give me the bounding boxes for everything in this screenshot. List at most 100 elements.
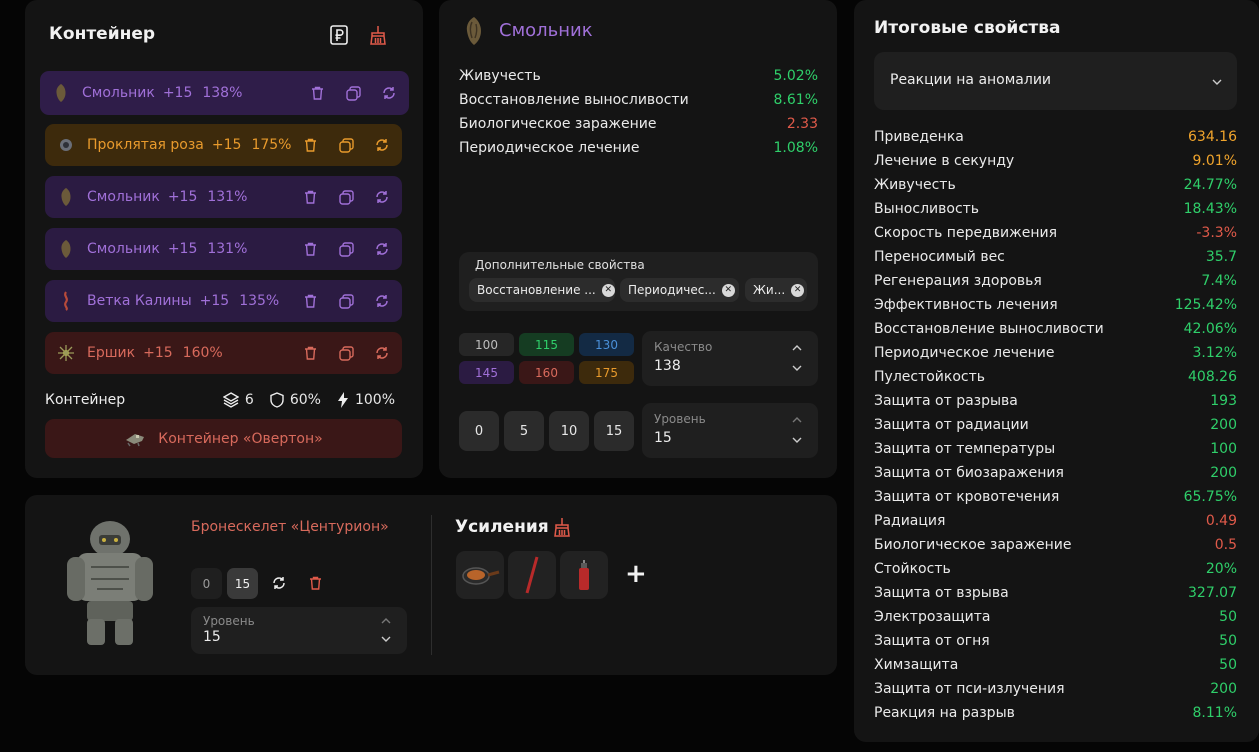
property-value: 1.08%: [773, 140, 818, 156]
trash-icon[interactable]: [302, 137, 318, 153]
total-value: 24.77%: [1183, 177, 1237, 193]
total-row: Переносимый вес 35.7: [874, 245, 1237, 269]
artifact-row[interactable]: Проклятая роза +15 175%: [45, 124, 402, 166]
armor-name: Бронескелет «Центурион»: [191, 519, 389, 535]
level-preset-button[interactable]: 10: [549, 411, 589, 451]
broom-icon[interactable]: [553, 517, 573, 537]
level-preset-button[interactable]: 15: [594, 411, 634, 451]
refresh-icon[interactable]: [374, 293, 390, 309]
artifact-quality: 138%: [202, 85, 243, 101]
total-value: 0.49: [1205, 513, 1237, 529]
trash-icon[interactable]: [302, 189, 318, 205]
quality-label: Качество: [654, 340, 713, 354]
quality-preset-button[interactable]: 115: [519, 333, 574, 356]
quality-preset-button[interactable]: 130: [579, 333, 634, 356]
total-value: 408.26: [1188, 369, 1237, 385]
chevron-up-icon[interactable]: [381, 616, 391, 626]
trash-icon[interactable]: [309, 85, 325, 101]
refresh-icon[interactable]: [374, 241, 390, 257]
total-row: Регенерация здоровья 7.4%: [874, 269, 1237, 293]
close-icon[interactable]: ✕: [721, 283, 735, 297]
container-stats: 6 60% 100%: [222, 392, 395, 408]
trash-icon[interactable]: [302, 241, 318, 257]
container-select-button[interactable]: Контейнер «Овертон»: [45, 419, 402, 458]
refresh-icon[interactable]: [271, 575, 287, 591]
level-preset-button[interactable]: 5: [504, 411, 544, 451]
copy-icon[interactable]: [338, 189, 354, 205]
quality-stepper[interactable]: Качество 138: [642, 331, 818, 386]
refresh-icon[interactable]: [381, 85, 397, 101]
category-select[interactable]: Реакции на аномалии: [874, 52, 1237, 110]
total-name: Защита от разрыва: [874, 393, 1018, 409]
category-select-value: Реакции на аномалии: [890, 72, 1052, 88]
total-name: Стойкость: [874, 561, 951, 577]
copy-icon[interactable]: [338, 345, 354, 361]
totals-title: Итоговые свойства: [874, 18, 1061, 38]
total-name: Выносливость: [874, 201, 980, 217]
total-name: Лечение в секунду: [874, 153, 1015, 169]
refresh-icon[interactable]: [374, 189, 390, 205]
extra-chip[interactable]: Жи... ✕: [745, 278, 807, 302]
total-row: Защита от биозаражения 200: [874, 461, 1237, 485]
total-name: Защита от температуры: [874, 441, 1056, 457]
chevron-up-icon[interactable]: [792, 343, 802, 353]
copy-icon[interactable]: [338, 137, 354, 153]
artifact-level: +15: [167, 189, 198, 205]
artifact-row[interactable]: Смольник +15 131%: [45, 228, 402, 270]
trash-icon[interactable]: [302, 293, 318, 309]
close-icon[interactable]: ✕: [791, 283, 805, 297]
artifact-row[interactable]: Ершик +15 160%: [45, 332, 402, 374]
total-value: 200: [1210, 417, 1237, 433]
quality-preset-button[interactable]: 160: [519, 361, 574, 384]
refresh-icon[interactable]: [374, 345, 390, 361]
trash-icon[interactable]: [307, 575, 323, 591]
copy-icon[interactable]: [338, 293, 354, 309]
artifact-resin-icon: [466, 17, 481, 45]
artifact-row[interactable]: Ветка Калины +15 135%: [45, 280, 402, 322]
quality-preset-button[interactable]: 145: [459, 361, 514, 384]
armor-level-stepper[interactable]: Уровень 15: [191, 607, 407, 654]
extra-chip[interactable]: Восстановление ... ✕: [469, 278, 615, 302]
total-row: Восстановление выносливости 42.06%: [874, 317, 1237, 341]
artifact-detail-panel: Смольник Живучесть 5.02% Восстановление вы…: [439, 0, 837, 478]
total-row: Защита от радиации 200: [874, 413, 1237, 437]
property-name: Биологическое заражение: [459, 116, 657, 132]
artifact-row[interactable]: Смольник +15 131%: [45, 176, 402, 218]
total-name: Живучесть: [874, 177, 956, 193]
artifact-row[interactable]: Смольник +15 138%: [40, 71, 409, 115]
total-name: Биологическое заражение: [874, 537, 1072, 553]
chevron-down-icon[interactable]: [792, 435, 802, 445]
upgrade-slot[interactable]: [508, 551, 556, 599]
level-stepper[interactable]: Уровень 15: [642, 403, 818, 458]
artifact-level: +15: [162, 85, 193, 101]
quality-preset-button[interactable]: 175: [579, 361, 634, 384]
rod-icon: [525, 556, 539, 594]
total-value: -3.3%: [1196, 225, 1237, 241]
chevron-down-icon[interactable]: [792, 363, 802, 373]
close-icon[interactable]: ✕: [601, 283, 615, 297]
container-button-label: Контейнер «Овертон»: [158, 430, 323, 447]
total-name: Электрозащита: [874, 609, 991, 625]
trash-icon[interactable]: [302, 345, 318, 361]
armor-level-button[interactable]: 15: [227, 568, 258, 599]
chevron-down-icon[interactable]: [381, 634, 391, 644]
refresh-icon[interactable]: [374, 137, 390, 153]
chevron-up-icon[interactable]: [792, 415, 802, 425]
upgrade-slot[interactable]: [456, 551, 504, 599]
total-row: Лечение в секунду 9.01%: [874, 149, 1237, 173]
ruble-icon[interactable]: [328, 24, 350, 46]
copy-icon[interactable]: [338, 241, 354, 257]
total-row: Химзащита 50: [874, 653, 1237, 677]
level-preset-button[interactable]: 0: [459, 411, 499, 451]
broom-icon[interactable]: [367, 24, 389, 46]
armor-level-button[interactable]: 0: [191, 568, 222, 599]
artifact-properties: Живучесть 5.02% Восстановление выносливост…: [459, 64, 818, 160]
total-name: Защита от биозаражения: [874, 465, 1064, 481]
extra-chip[interactable]: Периодичес... ✕: [620, 278, 739, 302]
copy-icon[interactable]: [345, 85, 361, 101]
upgrade-slot[interactable]: [560, 551, 608, 599]
quality-preset-button[interactable]: 100: [459, 333, 514, 356]
artifact-name: Смольник: [87, 189, 160, 205]
protection-stat: 60%: [270, 392, 321, 408]
add-upgrade-button[interactable]: +: [625, 559, 647, 589]
